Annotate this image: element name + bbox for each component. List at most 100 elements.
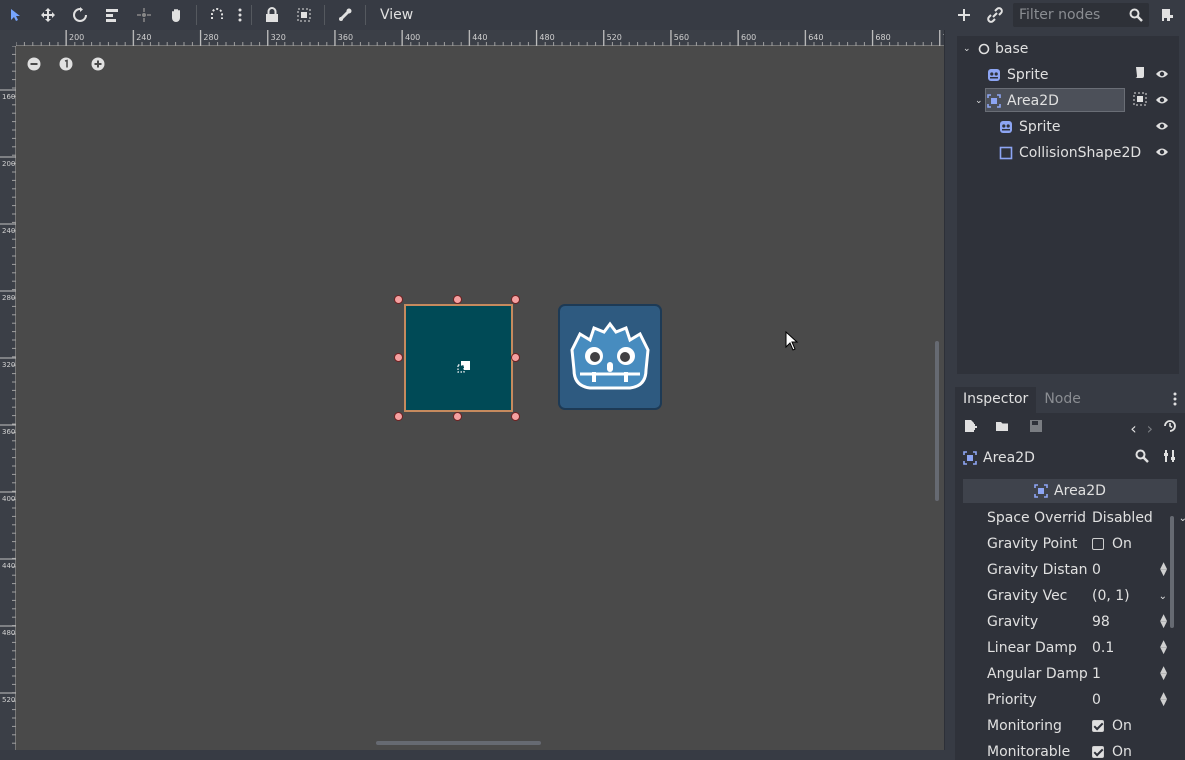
prop-value: On: [1112, 718, 1132, 734]
visibility-eye-icon[interactable]: [1155, 94, 1169, 109]
resize-handle-r[interactable]: [511, 353, 520, 362]
prop-value: 1: [1092, 666, 1101, 682]
sprite-icon: [987, 68, 1001, 82]
pan-mode-icon[interactable]: [160, 1, 192, 29]
visibility-eye-icon[interactable]: [1155, 68, 1169, 83]
prop-label: Angular Damp: [987, 666, 1087, 682]
ruler-label: 160: [2, 93, 15, 101]
attach-script-icon[interactable]: [1155, 7, 1179, 23]
tree-item-label: Sprite: [1007, 67, 1049, 83]
tree-item-base[interactable]: ⌄ base: [957, 36, 1179, 62]
selected-area2d-sprite[interactable]: [404, 304, 513, 412]
filter-nodes-input[interactable]: Filter nodes: [1013, 3, 1149, 27]
object-name: Area2D: [983, 450, 1035, 466]
prop-linear-damp: Linear Damp 0.1 ▲ ▼: [955, 635, 1185, 661]
script-icon[interactable]: [1133, 66, 1147, 84]
instance-scene-icon[interactable]: [983, 7, 1007, 23]
tree-item-label: base: [995, 41, 1029, 57]
property-search-icon[interactable]: [1135, 449, 1149, 467]
history-icon[interactable]: [1163, 419, 1177, 437]
resize-handle-t[interactable]: [453, 295, 462, 304]
history-back-icon[interactable]: ‹: [1130, 419, 1136, 438]
tree-item-area2d[interactable]: ⌄ Area2D: [957, 88, 1179, 114]
ruler-label: 600: [741, 33, 756, 42]
godot-logo-sprite[interactable]: [558, 304, 662, 410]
object-tools-icon[interactable]: [1163, 449, 1177, 467]
snap-options-icon[interactable]: [233, 1, 247, 29]
spin-arrows-icon: ▲ ▼: [1160, 665, 1167, 682]
monitorable-checkbox[interactable]: On: [1087, 744, 1185, 760]
class-label: Area2D: [1054, 483, 1106, 499]
ruler-corner: [0, 30, 16, 46]
group-node-icon[interactable]: [1133, 92, 1147, 110]
monitoring-checkbox[interactable]: On: [1087, 718, 1185, 734]
save-resource-icon[interactable]: [1029, 419, 1043, 437]
new-resource-icon[interactable]: [963, 419, 977, 437]
checkbox-icon: [1092, 538, 1104, 550]
prop-angular-damp: Angular Damp 1 ▲ ▼: [955, 661, 1185, 687]
scale-mode-icon[interactable]: [96, 1, 128, 29]
area2d-icon: [1034, 484, 1048, 498]
resize-handle-bl[interactable]: [394, 412, 403, 421]
select-mode-icon[interactable]: [0, 1, 32, 29]
prop-value: 0: [1092, 692, 1101, 708]
zoom-controls: [22, 54, 110, 74]
tree-item-sprite-child[interactable]: Sprite: [957, 114, 1179, 140]
inspector-class-header[interactable]: Area2D: [963, 479, 1177, 503]
group-icon[interactable]: [288, 1, 320, 29]
node-circle-icon: [977, 42, 991, 56]
rotate-mode-icon[interactable]: [64, 1, 96, 29]
zoom-reset-icon[interactable]: [54, 54, 78, 74]
view-menu[interactable]: View: [370, 7, 423, 23]
resize-handle-b[interactable]: [453, 412, 462, 421]
load-resource-icon[interactable]: [995, 419, 1011, 437]
prop-value: On: [1112, 536, 1132, 552]
tab-node[interactable]: Node: [1036, 387, 1089, 413]
add-node-icon[interactable]: [951, 8, 977, 22]
resize-handle-br[interactable]: [511, 412, 520, 421]
linear-damp-spinbox[interactable]: 0.1 ▲ ▼: [1087, 640, 1185, 657]
tab-inspector[interactable]: Inspector: [955, 387, 1037, 413]
prop-label: Gravity: [987, 614, 1039, 630]
lock-icon[interactable]: [256, 1, 288, 29]
ruler-label: 480: [2, 629, 15, 637]
ruler-label: 360: [2, 428, 15, 436]
snap-toggle-icon[interactable]: [201, 1, 233, 29]
vertical-scrollbar[interactable]: [935, 341, 939, 501]
prop-label: Gravity Distanc: [987, 562, 1087, 578]
horizontal-scrollbar[interactable]: [376, 741, 541, 745]
zoom-out-icon[interactable]: [22, 54, 46, 74]
top-ruler: 2002402803203604004404805205606006406807: [0, 30, 944, 46]
ruler-label: 320: [271, 33, 286, 42]
sprite-icon: [999, 120, 1013, 134]
spin-arrows-icon: ▲ ▼: [1160, 561, 1167, 578]
tree-item-sprite[interactable]: Sprite: [957, 62, 1179, 88]
prop-label: Linear Damp: [987, 640, 1077, 656]
angular-damp-spinbox[interactable]: 1 ▲ ▼: [1087, 665, 1185, 683]
prop-label: Space Override: [987, 510, 1087, 526]
prop-value: 98: [1092, 614, 1110, 630]
skeleton-bone-icon[interactable]: [329, 1, 361, 29]
toolbar-divider: [324, 5, 325, 25]
history-forward-icon[interactable]: ›: [1147, 419, 1153, 438]
tree-item-collisionshape2d[interactable]: CollisionShape2D: [957, 140, 1179, 166]
visibility-eye-icon[interactable]: [1155, 146, 1169, 161]
resize-handle-l[interactable]: [394, 353, 403, 362]
visibility-eye-icon[interactable]: [1155, 120, 1169, 135]
canvas-viewport[interactable]: 2002402803203604004404805205606006406807…: [0, 30, 945, 750]
collapse-arrow-icon[interactable]: ⌄: [963, 44, 971, 54]
ruler-label: 560: [674, 33, 689, 42]
collapse-arrow-icon[interactable]: ⌄: [975, 96, 983, 106]
resize-handle-tr[interactable]: [511, 295, 520, 304]
inspector-scrollbar[interactable]: [1170, 516, 1174, 628]
zoom-in-icon[interactable]: [86, 54, 110, 74]
ruler-label: 320: [2, 361, 15, 369]
resize-handle-tl[interactable]: [394, 295, 403, 304]
pivot-mode-icon[interactable]: [128, 1, 160, 29]
move-mode-icon[interactable]: [32, 1, 64, 29]
area2d-pivot-icon: [457, 361, 470, 373]
property-list: Space Override Disabled ⌄ Gravity Point …: [955, 505, 1185, 760]
dock-menu-icon[interactable]: [1173, 392, 1177, 410]
chevron-down-icon: ⌄: [1178, 512, 1185, 524]
priority-spinbox[interactable]: 0 ▲ ▼: [1087, 692, 1185, 709]
